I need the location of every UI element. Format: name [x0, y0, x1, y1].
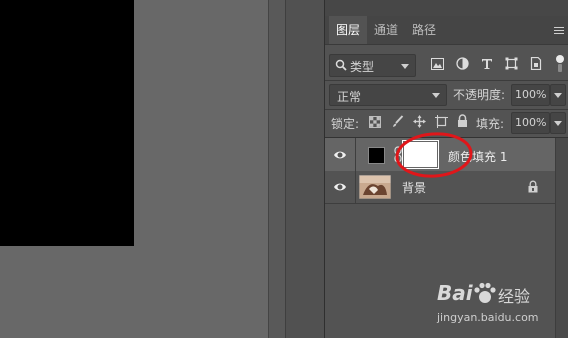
eye-icon[interactable]: [333, 148, 347, 162]
layer-kind-filter-dropdown[interactable]: 类型: [329, 54, 416, 77]
chevron-down-icon: [554, 121, 562, 126]
tab-layers[interactable]: 图层: [329, 16, 367, 44]
background-layer-thumbnail[interactable]: [359, 175, 391, 199]
chevron-down-icon: [401, 63, 409, 69]
document-canvas[interactable]: [0, 0, 134, 246]
adjustment-filter-icon[interactable]: [456, 57, 469, 70]
separator: [325, 109, 568, 110]
type-filter-icon[interactable]: [481, 57, 493, 70]
watermark: Bai 经验 jingyan.baidu.com: [437, 281, 567, 327]
opacity-value: 100%: [515, 88, 547, 101]
canvas-scroll-edge: [268, 0, 285, 338]
opacity-input[interactable]: 100%: [511, 84, 550, 106]
image-filter-icon[interactable]: [431, 58, 444, 70]
watermark-brand-suffix: 经验: [498, 287, 531, 306]
panel-menu-icon[interactable]: [553, 24, 565, 36]
watermark-url: jingyan.baidu.com: [437, 311, 539, 324]
opacity-label: 不透明度:: [453, 88, 506, 102]
smart-object-filter-icon[interactable]: [530, 57, 542, 70]
chevron-down-icon: [432, 93, 440, 98]
fill-color-swatch[interactable]: [368, 147, 385, 164]
fill-label: 填充:: [476, 117, 505, 131]
tab-paths[interactable]: 路径: [406, 16, 442, 44]
filter-kind-label: 类型: [350, 60, 375, 74]
layer-name: 背景: [402, 181, 427, 195]
lock-position-icon[interactable]: [413, 115, 426, 128]
blend-mode-value: 正常: [337, 90, 362, 104]
lock-all-icon[interactable]: [457, 114, 468, 128]
shape-filter-icon[interactable]: [505, 57, 518, 70]
fill-value: 100%: [515, 116, 547, 129]
lock-transparent-pixels-icon[interactable]: [369, 116, 381, 128]
prevent-auto-nest-icon[interactable]: [435, 115, 448, 128]
fill-dropdown-button[interactable]: [550, 112, 566, 134]
lock-label: 锁定:: [331, 117, 360, 131]
eye-icon[interactable]: [333, 180, 347, 194]
tab-channels[interactable]: 通道: [368, 16, 404, 44]
search-icon: [335, 59, 347, 71]
panel-tabbar: 图层 通道 路径: [325, 16, 568, 45]
lock-icon: [528, 180, 538, 193]
paw-icon: [474, 282, 496, 303]
panel-dock-gutter: [285, 0, 324, 338]
opacity-dropdown-button[interactable]: [550, 84, 566, 106]
lock-image-pixels-icon[interactable]: [392, 115, 404, 128]
fill-input[interactable]: 100%: [511, 112, 550, 134]
chevron-down-icon: [554, 93, 562, 98]
blend-mode-dropdown[interactable]: 正常: [329, 84, 447, 106]
separator: [325, 80, 568, 81]
panel-header-strip: [325, 0, 568, 16]
annotation-circle: [395, 132, 473, 178]
filter-toggle-icon[interactable]: [555, 53, 565, 73]
watermark-brand: Bai: [437, 281, 473, 305]
